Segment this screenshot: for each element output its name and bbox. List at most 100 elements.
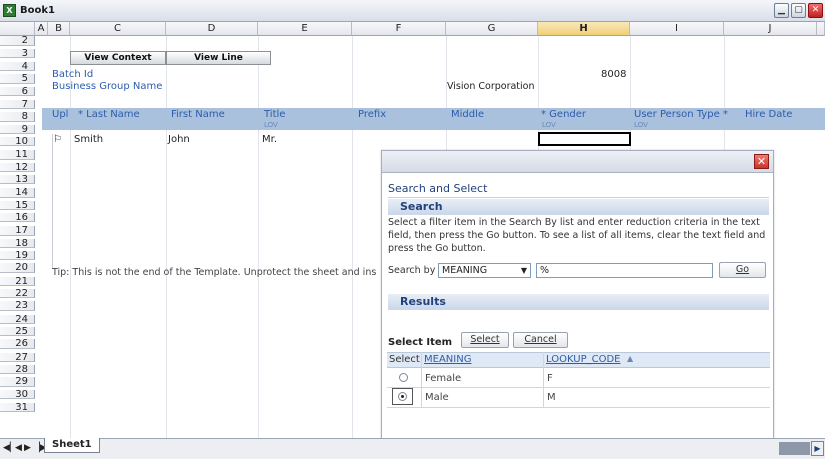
row-header[interactable]: 25 (0, 326, 35, 336)
row-header[interactable]: 12 (0, 163, 35, 173)
header-hire-date: Hire Date (745, 109, 793, 120)
row-header[interactable]: 10 (0, 137, 35, 147)
go-button[interactable]: Go (719, 262, 766, 278)
dialog-heading: Search and Select (388, 182, 488, 195)
search-by-value: MEANING (442, 265, 488, 276)
row-header[interactable]: 28 (0, 364, 35, 374)
business-group-label: Business Group Name (52, 81, 163, 92)
scroll-right-icon[interactable]: ▶ (811, 441, 824, 456)
search-by-select[interactable]: MEANING ▼ (438, 263, 531, 278)
sort-ascending-icon: ▲ (627, 354, 634, 363)
search-select-dialog: ✕ Search and Select Search Select a filt… (381, 150, 774, 459)
next-sheet-icon[interactable]: ▶ (24, 443, 31, 453)
row-header[interactable]: 3 (0, 49, 35, 59)
cell-last-name[interactable]: Smith (74, 134, 103, 145)
cancel-button[interactable]: Cancel (513, 332, 568, 348)
column-header-f[interactable]: F (352, 22, 446, 36)
row-header[interactable]: 20 (0, 263, 35, 274)
row-header[interactable]: 30 (0, 390, 35, 400)
prev-sheet-icon[interactable]: ◀ (15, 443, 22, 453)
cell-first-name[interactable]: John (168, 134, 190, 145)
sheet-tab-bar (0, 438, 825, 459)
col-header-meaning[interactable]: MEANING (424, 354, 471, 365)
header-person-type-lov: LOV (634, 121, 648, 129)
active-cell-gender[interactable] (538, 132, 631, 146)
column-header-j[interactable]: J (724, 22, 817, 36)
minimize-button[interactable]: ▁ (774, 3, 789, 18)
gridline (258, 36, 259, 438)
gridline (352, 36, 353, 438)
row-header[interactable]: 8 (0, 111, 35, 122)
column-header-d[interactable]: D (166, 22, 258, 36)
select-all-corner[interactable] (0, 22, 35, 36)
template-tip: Tip: This is not the end of the Template… (52, 267, 377, 278)
column-header-a[interactable]: A (35, 22, 48, 36)
row-header[interactable]: 15 (0, 200, 35, 210)
row-header[interactable]: 21 (0, 276, 35, 286)
row-header[interactable]: 2 (0, 36, 35, 46)
row-header[interactable]: 27 (0, 352, 35, 362)
column-header-c[interactable]: C (70, 22, 166, 36)
header-last-name: * Last Name (78, 109, 140, 120)
row-header[interactable]: 11 (0, 149, 35, 160)
row-header[interactable]: 5 (0, 73, 35, 84)
row-header[interactable]: 24 (0, 314, 35, 324)
excel-icon: X (3, 4, 16, 17)
result-meaning: Male (425, 392, 449, 403)
row-header[interactable]: 6 (0, 87, 35, 97)
upload-flag-icon[interactable]: ⚐ (53, 134, 62, 145)
gridline (52, 134, 53, 268)
row-header[interactable]: 26 (0, 339, 35, 350)
batch-id-value: 8008 (601, 69, 627, 80)
search-instructions: Select a filter item in the Search By li… (388, 217, 766, 254)
row-header[interactable]: 14 (0, 187, 35, 198)
horizontal-scrollbar-thumb[interactable] (779, 442, 810, 455)
business-group-value: Vision Corporation (447, 81, 535, 92)
cell-title[interactable]: Mr. (262, 134, 277, 145)
column-header-g[interactable]: G (446, 22, 538, 36)
row-header[interactable]: 23 (0, 301, 35, 312)
row-header[interactable]: 17 (0, 225, 35, 236)
search-text-input[interactable]: % (536, 263, 713, 278)
column-header-h[interactable]: H (538, 22, 630, 36)
search-by-label: Search by (388, 265, 436, 276)
row-header[interactable]: 13 (0, 175, 35, 185)
column-header-k[interactable] (817, 22, 825, 36)
row-header[interactable]: 16 (0, 213, 35, 223)
radio-female[interactable] (399, 373, 408, 382)
header-title: Title (264, 109, 286, 120)
search-section-header: Search (388, 199, 769, 215)
gridline (166, 36, 167, 438)
row-header[interactable]: 18 (0, 238, 35, 248)
row-header[interactable]: 31 (0, 402, 35, 412)
result-code: F (547, 373, 553, 384)
header-first-name: First Name (171, 109, 225, 120)
col-header-lookup-code[interactable]: LOOKUP_CODE (546, 354, 620, 365)
select-button[interactable]: Select (461, 332, 509, 348)
header-title-lov: LOV (264, 121, 278, 129)
maximize-button[interactable]: ▢ (791, 3, 806, 18)
results-section-header: Results (388, 294, 769, 310)
column-header-b[interactable]: B (48, 22, 70, 36)
gridline (70, 36, 71, 438)
row-header[interactable]: 7 (0, 99, 35, 109)
result-code: M (547, 392, 556, 403)
column-header-i[interactable]: I (630, 22, 724, 36)
column-header-e[interactable]: E (258, 22, 352, 36)
header-middle: Middle (451, 109, 485, 120)
row-header[interactable]: 29 (0, 377, 35, 388)
header-gender: * Gender (541, 109, 587, 120)
close-button[interactable]: ✕ (808, 3, 823, 18)
radio-male[interactable] (398, 392, 407, 401)
view-line-button[interactable]: View Line (166, 51, 271, 65)
row-header[interactable]: 4 (0, 61, 35, 71)
dialog-titlebar: ✕ (382, 151, 773, 173)
header-person-type: User Person Type * (634, 109, 728, 120)
select-item-label: Select Item (388, 337, 453, 348)
dialog-close-icon[interactable]: ✕ (754, 154, 769, 169)
view-context-button[interactable]: View Context (70, 51, 166, 65)
row-header[interactable]: 19 (0, 251, 35, 261)
row-header[interactable]: 22 (0, 289, 35, 299)
sheet-tab-sheet1[interactable]: Sheet1 (44, 438, 100, 453)
row-header[interactable]: 9 (0, 125, 35, 135)
